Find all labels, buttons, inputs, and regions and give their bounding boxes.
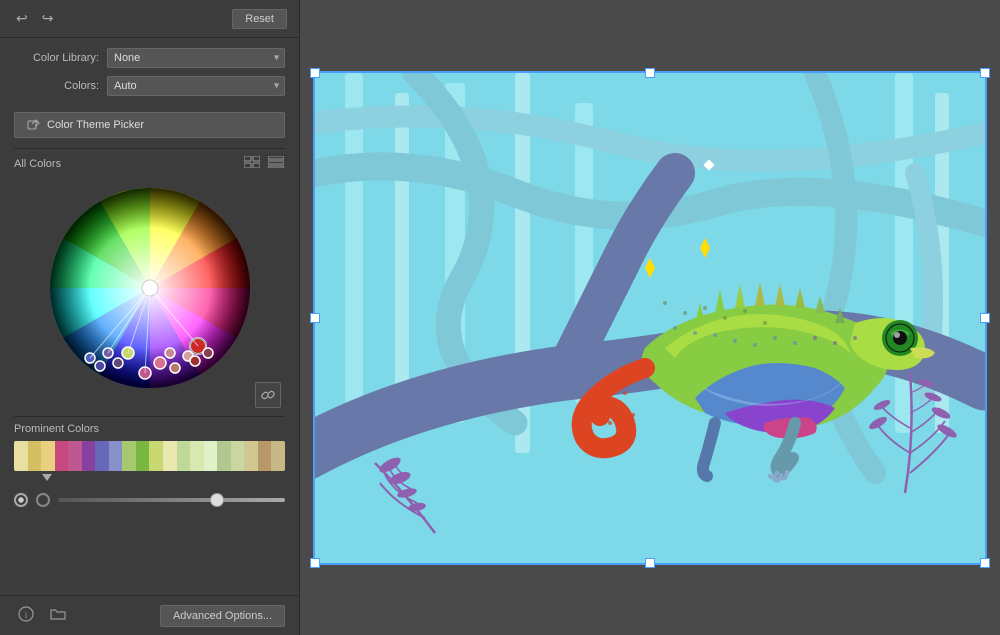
- swatch-16[interactable]: [217, 441, 231, 471]
- swatch-14[interactable]: [190, 441, 204, 471]
- handle-mr[interactable]: [980, 313, 990, 323]
- swatch-indicator: [42, 474, 52, 481]
- swatch-10[interactable]: [136, 441, 150, 471]
- swatch-17[interactable]: [231, 441, 245, 471]
- swatch-8[interactable]: [109, 441, 123, 471]
- color-wheel-grid-button[interactable]: [243, 155, 261, 172]
- color-wheel-svg: [40, 178, 260, 398]
- color-theme-picker-label: Color Theme Picker: [47, 119, 144, 131]
- color-swatches[interactable]: [14, 441, 285, 471]
- colors-select[interactable]: Auto 2 3 4 5 6: [107, 76, 285, 96]
- folder-icon: [50, 607, 66, 621]
- swatch-13[interactable]: [177, 441, 191, 471]
- folder-button[interactable]: [46, 605, 70, 626]
- swatch-18[interactable]: [244, 441, 258, 471]
- advanced-options-button[interactable]: Advanced Options...: [160, 605, 285, 627]
- handle-bc[interactable]: [645, 558, 655, 568]
- color-library-select-wrapper: None Custom Pantone: [107, 48, 285, 68]
- color-library-select[interactable]: None Custom Pantone: [107, 48, 285, 68]
- all-colors-label: All Colors: [14, 158, 61, 170]
- info-button[interactable]: i: [14, 604, 38, 627]
- radio-circle-1[interactable]: [14, 493, 28, 507]
- color-theme-picker-icon: [27, 118, 41, 132]
- color-wheel-icons: [243, 155, 285, 172]
- color-theme-picker-button[interactable]: Color Theme Picker: [14, 112, 285, 138]
- swatch-11[interactable]: [149, 441, 163, 471]
- undo-button[interactable]: ↩: [12, 8, 32, 29]
- colors-row: Colors: Auto 2 3 4 5 6: [14, 76, 285, 96]
- swatch-12[interactable]: [163, 441, 177, 471]
- toolbar: ↩ ↪ Reset: [0, 0, 299, 38]
- color-library-row: Color Library: None Custom Pantone: [14, 48, 285, 68]
- artwork-svg: [315, 73, 985, 563]
- bottom-bar: i Advanced Options...: [0, 595, 299, 635]
- color-wheel-list-button[interactable]: [267, 155, 285, 172]
- color-slider[interactable]: [58, 498, 285, 502]
- info-icon: i: [18, 606, 34, 622]
- prominent-colors-section: Prominent Colors: [0, 417, 299, 491]
- swatch-3[interactable]: [41, 441, 55, 471]
- grid-icon: [244, 156, 260, 168]
- swatch-2[interactable]: [28, 441, 42, 471]
- swatch-19[interactable]: [258, 441, 272, 471]
- color-wheel-container: [14, 178, 285, 398]
- colors-select-wrapper: Auto 2 3 4 5 6: [107, 76, 285, 96]
- artwork-frame: [313, 71, 987, 565]
- swatch-1[interactable]: [14, 441, 28, 471]
- redo-button[interactable]: ↪: [38, 8, 58, 29]
- handle-ml[interactable]: [310, 313, 320, 323]
- color-wheel-section: All Colors: [0, 149, 299, 416]
- swatch-6[interactable]: [82, 441, 96, 471]
- slider-row: [0, 493, 299, 507]
- swatch-5[interactable]: [68, 441, 82, 471]
- color-wheel-header: All Colors: [14, 155, 285, 172]
- left-panel: ↩ ↪ Reset Color Library: None Custom Pan…: [0, 0, 300, 635]
- handle-tr[interactable]: [980, 68, 990, 78]
- slider-thumb[interactable]: [210, 493, 224, 507]
- canvas-area: [300, 0, 1000, 635]
- swatch-7[interactable]: [95, 441, 109, 471]
- color-library-label: Color Library:: [14, 52, 99, 64]
- prominent-colors-title: Prominent Colors: [14, 423, 285, 435]
- svg-text:i: i: [25, 610, 28, 620]
- handle-tc[interactable]: [645, 68, 655, 78]
- swatch-15[interactable]: [204, 441, 218, 471]
- swatch-20[interactable]: [271, 441, 285, 471]
- list-icon: [268, 156, 284, 168]
- reset-button[interactable]: Reset: [232, 9, 287, 29]
- handle-br[interactable]: [980, 558, 990, 568]
- color-wheel[interactable]: [40, 178, 260, 398]
- form-section: Color Library: None Custom Pantone Color…: [0, 38, 299, 112]
- handle-bl[interactable]: [310, 558, 320, 568]
- radio-circle-2[interactable]: [36, 493, 50, 507]
- swatch-9[interactable]: [122, 441, 136, 471]
- handle-tl[interactable]: [310, 68, 320, 78]
- colors-label: Colors:: [14, 80, 99, 92]
- swatch-4[interactable]: [55, 441, 69, 471]
